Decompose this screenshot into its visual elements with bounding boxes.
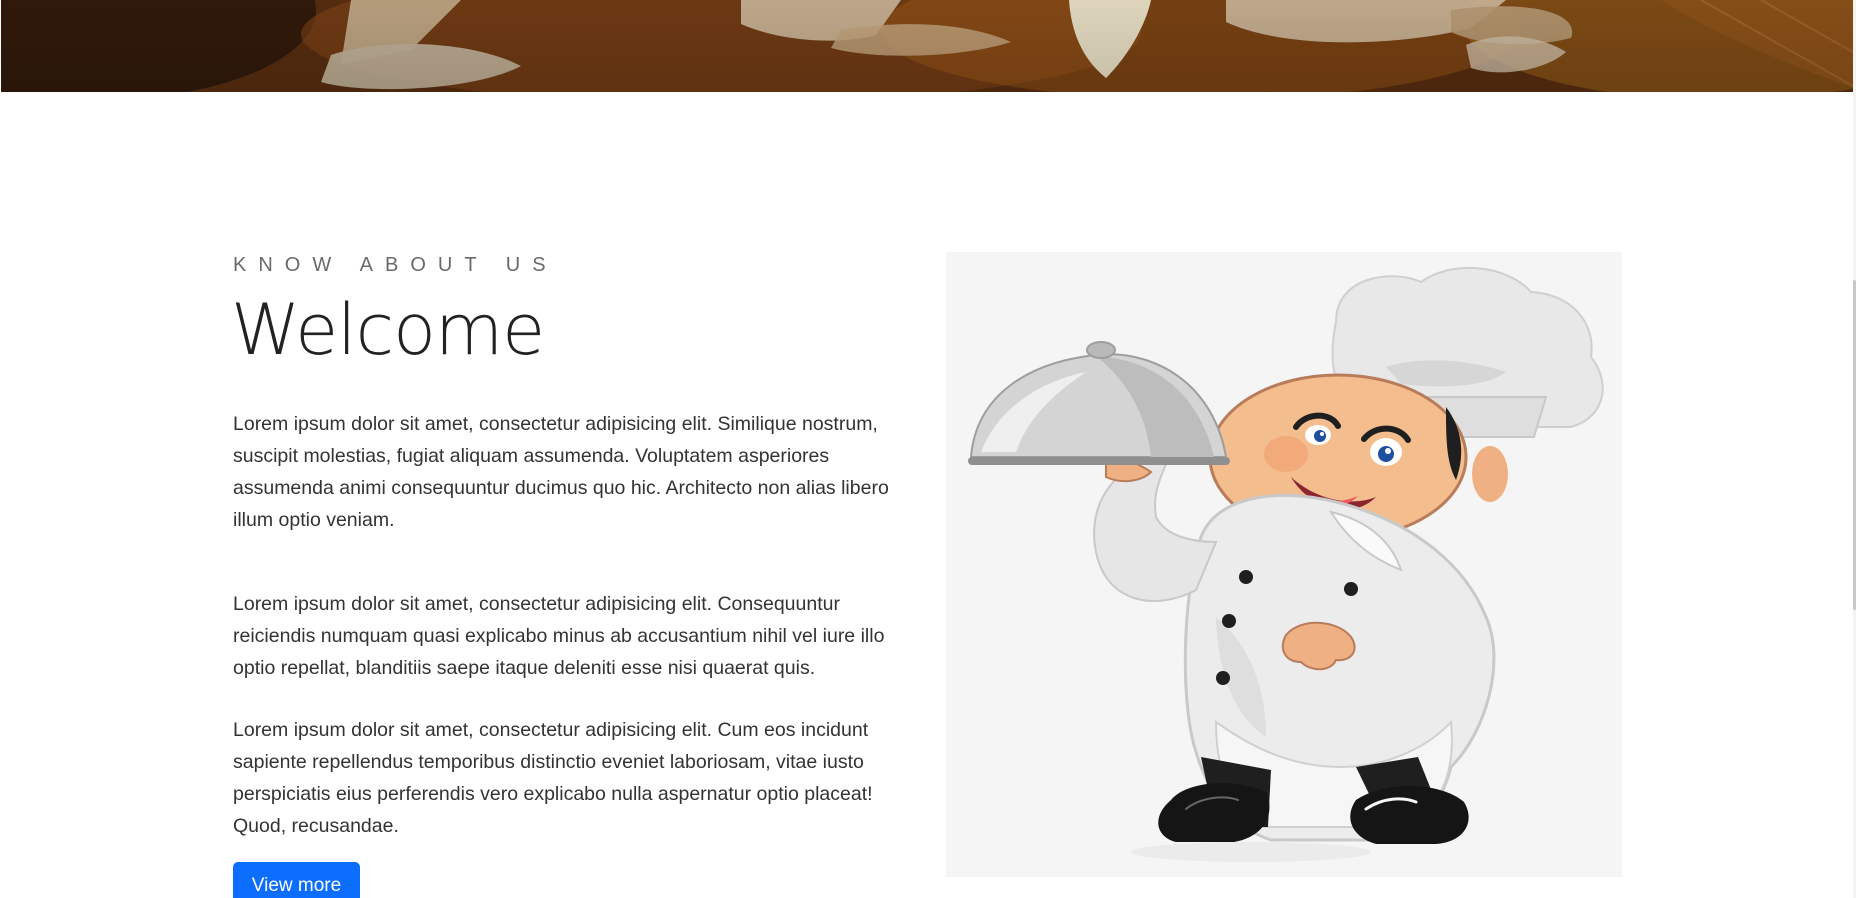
paragraph-3: Lorem ipsum dolor sit amet, consectetur … [233,719,873,837]
restaurant-banner-art [1,0,1853,92]
view-more-button[interactable]: View more [233,862,360,898]
paragraph-2: Lorem ipsum dolor sit amet, consectetur … [233,593,885,679]
page-title: Welcome [231,289,545,371]
page: KNOW ABOUT US Welcome Lorem ipsum dolor … [0,0,1856,898]
chef-illustration-art [946,252,1622,877]
restaurant-banner-image [1,0,1853,92]
section-eyebrow: KNOW ABOUT US [233,254,558,276]
chef-illustration [946,252,1622,877]
paragraph-1: Lorem ipsum dolor sit amet, consectetur … [233,413,889,531]
